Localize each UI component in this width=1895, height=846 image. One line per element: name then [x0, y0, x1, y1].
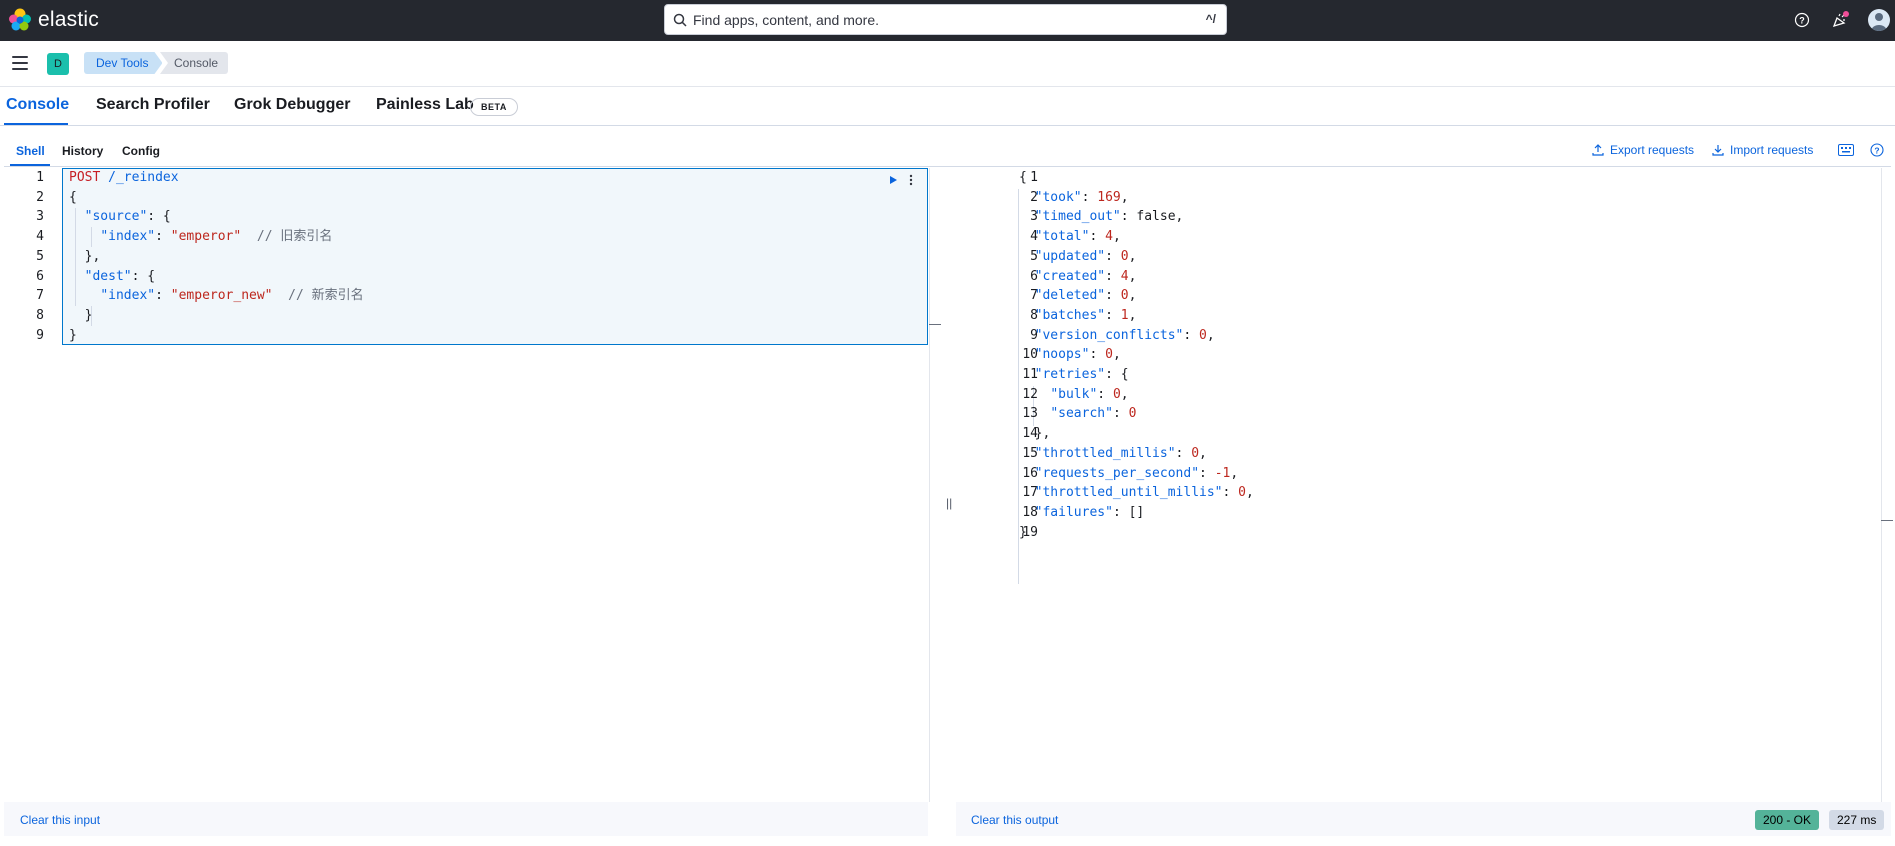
beta-badge: BETA	[470, 98, 518, 116]
output-code-line: }	[1019, 524, 1027, 540]
menu-toggle-icon[interactable]	[12, 56, 28, 70]
subtab-config[interactable]: Config	[122, 144, 160, 158]
help-icon[interactable]: ?	[1792, 10, 1812, 30]
output-code-line: "deleted": 0,	[1034, 288, 1137, 304]
output-footer: Clear this output	[956, 802, 1891, 836]
elastic-logo-icon	[9, 8, 31, 31]
response-time-badge: 227 ms	[1829, 810, 1885, 830]
tab-search-profiler[interactable]: Search Profiler	[96, 96, 210, 114]
output-code-line: "batches": 1,	[1034, 307, 1137, 323]
output-line-number: 19	[1022, 524, 1038, 540]
output-code-line: "throttled_until_millis": 0,	[1034, 485, 1254, 501]
editor-code-line: }	[69, 327, 77, 343]
editor-code-line: "dest": {	[84, 268, 156, 284]
dev-tools-tabs: Console Search Profiler Grok Debugger Pa…	[0, 88, 1895, 126]
user-avatar[interactable]	[1868, 9, 1890, 31]
keyboard-shortcuts-icon[interactable]	[1838, 144, 1860, 156]
editor-line-number: 3	[36, 209, 44, 225]
output-code-line: "updated": 0,	[1034, 248, 1137, 264]
tab-console[interactable]: Console	[6, 96, 69, 114]
play-icon	[890, 176, 897, 184]
output-code-line: "throttled_millis": 0,	[1034, 445, 1207, 461]
output-code-line: "requests_per_second": -1,	[1034, 465, 1239, 481]
editor-code-line: "source": {	[84, 209, 171, 225]
clear-input-link[interactable]: Clear this input	[20, 813, 100, 827]
help-circle-icon[interactable]: ?	[1870, 143, 1890, 157]
active-subtab-indicator	[10, 164, 50, 166]
selected-request-block	[62, 168, 928, 345]
output-code-line: "version_conflicts": 0,	[1034, 327, 1215, 343]
tab-grok-debugger[interactable]: Grok Debugger	[234, 96, 350, 114]
space-avatar[interactable]: D	[47, 53, 69, 75]
svg-text:?: ?	[1874, 146, 1879, 156]
search-shortcut: ^/	[1205, 12, 1216, 26]
output-line-number: 1	[1030, 170, 1038, 185]
export-requests-label: Export requests	[1610, 143, 1695, 157]
output-code-line: "failures": []	[1034, 504, 1145, 520]
editor-line-number: 2	[36, 189, 44, 205]
global-search-input[interactable]: Find apps, content, and more. ^/	[664, 4, 1227, 35]
send-request-button[interactable]	[884, 171, 902, 189]
output-code-line: {	[1019, 170, 1027, 185]
editor-code-line: },	[69, 248, 101, 264]
response-output[interactable]: 1{2 "took": 169, 3 "timed_out": false, 4 "…	[956, 168, 1881, 802]
breadcrumb-dev-tools[interactable]: Dev Tools	[84, 52, 162, 74]
editor-line-number: 8	[36, 307, 44, 323]
editor-line-number: 4	[36, 229, 44, 245]
output-code-line: "bulk": 0,	[1050, 386, 1129, 402]
breadcrumb-console: Console	[160, 52, 229, 74]
output-scrollbar[interactable]	[1881, 168, 1882, 802]
import-icon	[1712, 145, 1724, 156]
output-code-line: },	[1019, 426, 1051, 442]
editor-line-number: 9	[36, 327, 44, 343]
request-actions-menu-icon[interactable]	[904, 171, 918, 189]
user-avatar-icon	[1871, 13, 1887, 31]
output-code-line: "took": 169,	[1034, 189, 1129, 205]
output-code-line: "created": 4,	[1034, 268, 1137, 284]
editor-code-line: POST /_reindex	[69, 170, 179, 185]
active-tab-indicator	[4, 123, 68, 125]
output-code-line: "retries": {	[1034, 367, 1129, 382]
top-header: elastic Find apps, content, and more. ^/…	[0, 0, 1895, 41]
output-code-line: "search": 0	[1050, 406, 1137, 422]
request-editor[interactable]: 1 POST /_reindex 2 {3 "source": { 4 "index":…	[4, 168, 928, 802]
editor-line-number: 5	[36, 248, 44, 264]
svg-text:?: ?	[1799, 16, 1805, 26]
output-code-line: "timed_out": false,	[1034, 209, 1184, 225]
editor-code-line: {	[69, 189, 77, 205]
clear-output-link[interactable]: Clear this output	[971, 813, 1058, 827]
pane-resizer[interactable]	[930, 168, 954, 802]
editor-line-number: 6	[36, 268, 44, 284]
tab-painless-lab[interactable]: Painless Lab	[376, 96, 474, 114]
subtab-history[interactable]: History	[62, 144, 103, 158]
editor-line-number: 1	[36, 170, 44, 185]
output-code-line: "total": 4,	[1034, 229, 1121, 245]
subtab-shell[interactable]: Shell	[16, 144, 45, 158]
news-feed-icon[interactable]	[1830, 10, 1850, 30]
editor-line-number: 7	[36, 288, 44, 304]
resize-handle-icon[interactable]: ||	[946, 496, 952, 510]
export-icon	[1592, 144, 1604, 156]
import-requests-label: Import requests	[1730, 143, 1814, 157]
editor-code-line: "index": "emperor" // 旧索引名	[100, 229, 333, 245]
elastic-logo[interactable]: elastic	[8, 8, 99, 32]
brand-name: elastic	[38, 8, 99, 31]
editor-footer: Clear this input	[4, 802, 928, 836]
console-subtabs: Shell History Config Export requests Imp…	[4, 140, 1891, 167]
search-icon	[673, 13, 687, 27]
breadcrumb-bar: D Dev Tools Console	[0, 41, 1895, 87]
output-code-line: "noops": 0,	[1034, 347, 1121, 363]
export-requests-button[interactable]: Export requests	[1592, 143, 1694, 157]
status-code-badge: 200 - OK	[1755, 810, 1820, 830]
editor-code-line: }	[69, 307, 93, 323]
import-requests-button[interactable]: Import requests	[1712, 143, 1813, 157]
editor-code-line: "index": "emperor_new" // 新索引名	[100, 288, 364, 304]
search-placeholder: Find apps, content, and more.	[693, 11, 879, 28]
